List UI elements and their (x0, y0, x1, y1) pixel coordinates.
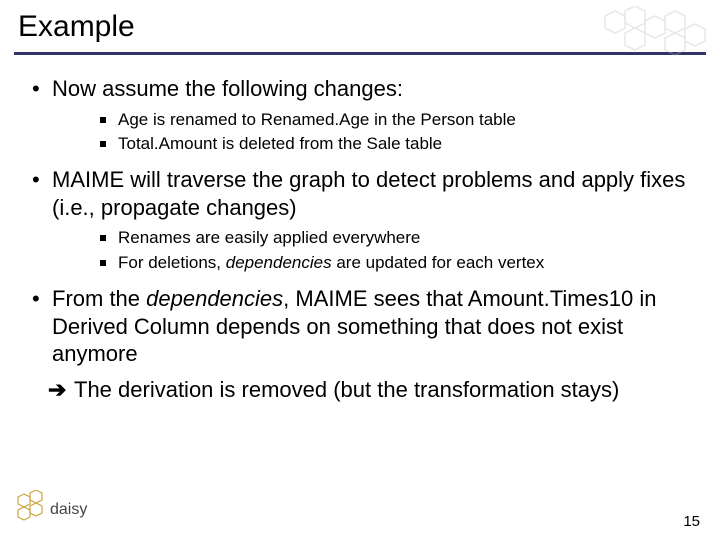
daisy-logo: daisy (14, 490, 104, 530)
page-number: 15 (683, 513, 700, 530)
bullet-2-sub-2: For deletions, dependencies are updated … (96, 252, 696, 275)
bullet-4-text: The derivation is removed (but the trans… (74, 377, 619, 402)
bullet-1-text: Now assume the following changes: (52, 76, 403, 101)
slide-content: Now assume the following changes: Age is… (0, 55, 720, 403)
bullet-2-sub-1: Renames are easily applied everywhere (96, 227, 696, 250)
hex-decoration-icon (595, 6, 710, 81)
bullet-1-sub-1: Age is renamed to Renamed.Age in the Per… (96, 109, 696, 132)
bullet-4-arrow: The derivation is removed (but the trans… (30, 376, 696, 404)
bullet-3: From the dependencies, MAIME sees that A… (30, 285, 696, 368)
bullet-2-text: MAIME will traverse the graph to detect … (52, 167, 685, 220)
bullet-1-sub-2: Total.Amount is deleted from the Sale ta… (96, 133, 696, 156)
bullet-2: MAIME will traverse the graph to detect … (30, 166, 696, 275)
bullet-1: Now assume the following changes: Age is… (30, 75, 696, 156)
logo-text: daisy (50, 501, 87, 518)
